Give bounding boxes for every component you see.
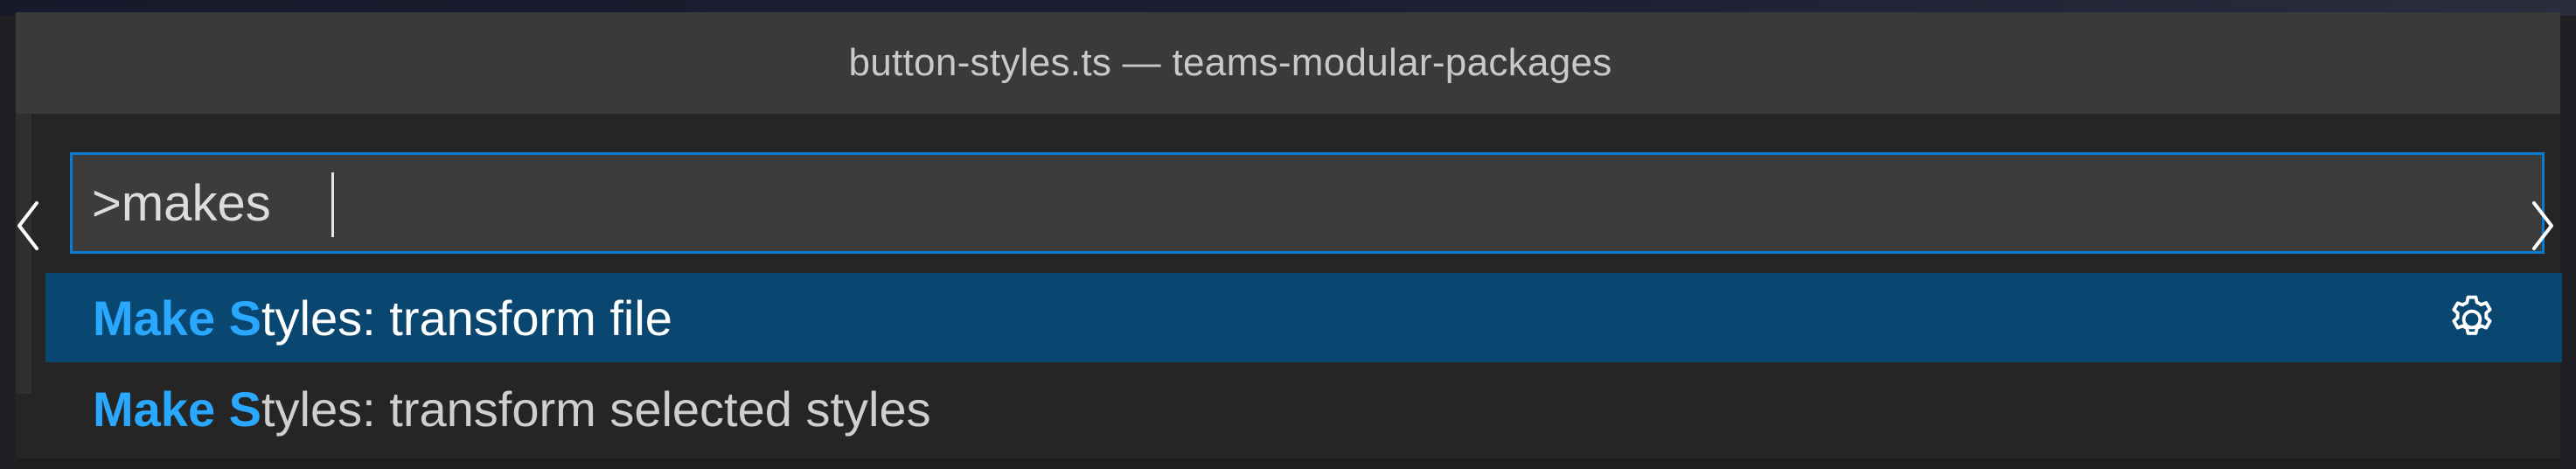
bottom-edge: [16, 458, 2560, 469]
chevron-right-icon[interactable]: [2525, 198, 2560, 254]
result-label-rest: tyles: transform selected styles: [261, 381, 931, 437]
result-item-transform-selected-styles[interactable]: Make Styles: transform selected styles: [45, 364, 2562, 453]
result-item-transform-file[interactable]: Make Styles: transform file: [45, 273, 2562, 362]
editor-window: button-styles.ts — teams-modular-package…: [16, 12, 2562, 469]
window-title: button-styles.ts — teams-modular-package…: [848, 41, 1612, 84]
screen: button-styles.ts — teams-modular-package…: [0, 0, 2576, 469]
text-caret: [331, 172, 334, 237]
left-sidebar-edge: [16, 114, 31, 394]
result-label-rest: tyles: transform file: [261, 290, 672, 346]
command-input-container[interactable]: [70, 152, 2545, 254]
match-highlight: Make S: [93, 381, 261, 437]
window-titlebar[interactable]: button-styles.ts — teams-modular-package…: [16, 12, 2560, 115]
match-highlight: Make S: [93, 290, 261, 346]
result-label: Make Styles: transform selected styles: [93, 381, 931, 438]
gear-icon[interactable]: [2443, 290, 2501, 348]
result-label: Make Styles: transform file: [93, 290, 672, 346]
chevron-left-icon[interactable]: [10, 198, 45, 254]
command-palette: Make Styles: transform file Make Styles:…: [31, 114, 2562, 458]
command-input[interactable]: [73, 155, 2542, 251]
